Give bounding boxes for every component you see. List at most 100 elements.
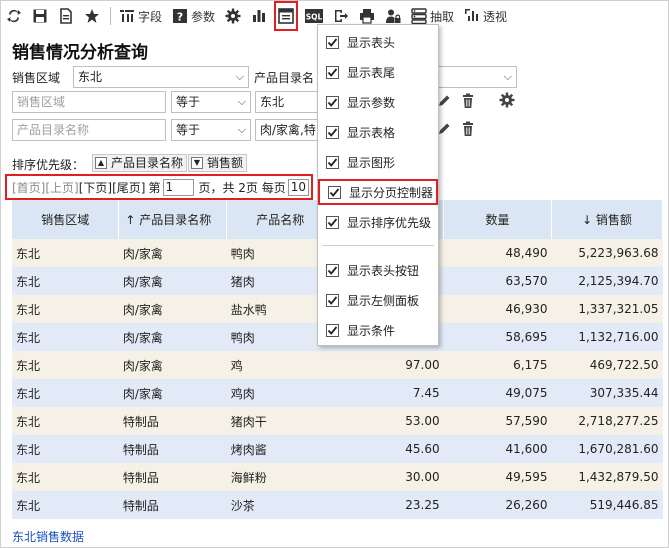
cell-sales: 5,223,963.68: [551, 239, 663, 267]
pivot-label: 透视: [483, 9, 508, 24]
cell-region: 东北: [12, 323, 119, 351]
param-label: 参数: [191, 9, 216, 24]
menu-item-show-pager[interactable]: 显示分页控制器: [318, 179, 438, 205]
menu-item-show-footer[interactable]: 显示表尾: [318, 61, 438, 83]
menu-item-show-params[interactable]: 显示参数: [318, 91, 438, 113]
cell-catalog: 特制品: [118, 491, 227, 519]
condition-field-input[interactable]: 销售区域: [12, 91, 166, 113]
pivot-button[interactable]: 透视: [464, 4, 507, 28]
cell-quantity: 26,260: [443, 491, 552, 519]
cell-catalog: 特制品: [118, 435, 227, 463]
user-lock-icon: [386, 9, 401, 23]
page-size-input[interactable]: 10: [287, 178, 309, 196]
refresh-icon: [7, 9, 21, 23]
cell-region: 东北: [12, 295, 119, 323]
page-prefix: 第: [148, 180, 161, 195]
checkbox-checked-icon: [326, 263, 339, 277]
menu-item-label: 显示图形: [347, 155, 396, 170]
column-header-quantity[interactable]: 数量: [443, 200, 552, 239]
display-options-menu: 显示表头 显示表尾 显示参数 显示表格 显示图形 显示分页控制器 显示排序优先级…: [317, 24, 439, 346]
fields-label: 字段: [138, 9, 163, 24]
trash-icon[interactable]: [460, 93, 476, 109]
menu-item-label: 显示左侧面板: [347, 293, 420, 308]
last-page-link[interactable]: [尾页]: [112, 179, 145, 196]
cell-quantity: 6,175: [443, 351, 552, 379]
page-suffix: 页，共 2页 每页: [198, 180, 286, 195]
table-row: 东北 特制品 海鲜粉 30.00 49,595 1,432,879.50: [12, 463, 663, 491]
print-icon: [360, 9, 375, 24]
cell-quantity: 46,930: [443, 295, 552, 323]
menu-item-label: 显示表尾: [347, 65, 396, 80]
table-row: 东北 特制品 猪肉干 53.00 57,590 2,718,277.25: [12, 407, 663, 435]
sort-chip-sales[interactable]: ▼ 销售额: [188, 154, 248, 172]
menu-item-show-sort-priority[interactable]: 显示排序优先级: [318, 211, 438, 233]
condition-op-select[interactable]: 等于 ⌵: [171, 91, 251, 113]
sort-desc-icon: ▼: [191, 157, 203, 169]
gear-icon: [225, 8, 241, 24]
table-row: 东北 肉/家禽 鸡肉 7.45 49,075 307,335.44: [12, 379, 663, 407]
settings-button[interactable]: [225, 4, 241, 28]
menu-item-show-header-buttons[interactable]: 显示表头按钮: [318, 259, 438, 281]
region-select[interactable]: 东北 ⌵: [73, 66, 249, 88]
chevron-down-icon: ⌵: [237, 95, 246, 108]
refresh-button[interactable]: [6, 4, 22, 28]
column-header-catalog[interactable]: ↑ 产品目录名称: [118, 200, 228, 239]
checkbox-checked-icon: [326, 65, 339, 79]
cell-quantity: 58,695: [443, 323, 552, 351]
cell-sales: 307,335.44: [551, 379, 663, 407]
column-header-sales[interactable]: ↓ 销售额: [551, 200, 663, 239]
cell-quantity: 63,570: [443, 267, 552, 295]
favorite-button[interactable]: [84, 4, 100, 28]
checkbox-checked-icon: [326, 293, 339, 307]
cell-region: 东北: [12, 491, 119, 519]
page-number-input[interactable]: 1: [162, 178, 195, 196]
checkbox-checked-icon: [326, 215, 339, 229]
gear-icon[interactable]: [499, 92, 515, 108]
export-doc-button[interactable]: [58, 4, 74, 28]
condition-value-input-2[interactable]: 肉/家禽,特: [255, 119, 317, 141]
menu-item-show-conditions[interactable]: 显示条件: [318, 319, 438, 341]
table-row: 东北 肉/家禽 鸡 97.00 6,175 469,722.50: [12, 351, 663, 379]
catalog-select[interactable]: ⌵: [436, 66, 517, 88]
cell-sales: 1,132,716.00: [551, 323, 663, 351]
cell-quantity: 41,600: [443, 435, 552, 463]
sort-chip-catalog[interactable]: ▲ 产品目录名称: [92, 154, 188, 172]
checkbox-checked-icon: [326, 323, 339, 337]
cell-sales: 519,446.85: [551, 491, 663, 519]
next-page-link[interactable]: [下页]: [79, 179, 112, 196]
region-select-value: 东北: [78, 70, 103, 84]
column-header-region[interactable]: 销售区域: [12, 200, 120, 239]
cell-catalog: 肉/家禽: [118, 351, 227, 379]
menu-item-show-table[interactable]: 显示表格: [318, 121, 438, 143]
menu-divider: [322, 245, 434, 246]
cell-sales: 469,722.50: [551, 351, 663, 379]
first-page-link[interactable]: [首页]: [12, 179, 45, 196]
sql-icon: SQL: [305, 9, 324, 23]
param-button[interactable]: ? 参数: [172, 4, 215, 28]
fields-icon: [120, 10, 134, 22]
svg-text:?: ?: [177, 11, 183, 24]
sort-asc-icon: ▲: [95, 157, 107, 169]
menu-item-show-header[interactable]: 显示表头: [318, 31, 438, 53]
cell-catalog: 肉/家禽: [118, 239, 227, 267]
condition-op-select-2[interactable]: 等于 ⌵: [171, 119, 251, 141]
fields-button[interactable]: 字段: [119, 4, 162, 28]
menu-item-show-left-panel[interactable]: 显示左侧面板: [318, 289, 438, 311]
condition-value-input[interactable]: 东北: [255, 91, 317, 113]
cell-catalog: 特制品: [118, 463, 227, 491]
layout-toggle-button[interactable]: [274, 1, 299, 31]
menu-item-show-chart[interactable]: 显示图形: [318, 151, 438, 173]
cell-quantity: 49,075: [443, 379, 552, 407]
footer-link[interactable]: 东北销售数据: [12, 528, 84, 545]
condition-field-input-2[interactable]: 产品目录名称: [12, 119, 166, 141]
menu-item-label: 显示表格: [347, 125, 396, 140]
cell-catalog: 特制品: [118, 407, 227, 435]
chart-button[interactable]: [251, 4, 267, 28]
region-label: 销售区域: [12, 71, 61, 85]
trash-icon[interactable]: [460, 121, 476, 137]
cell-region: 东北: [12, 267, 119, 295]
layout-icon: [278, 8, 294, 24]
cell-region: 东北: [12, 463, 119, 491]
save-button[interactable]: [32, 4, 48, 28]
prev-page-link[interactable]: [上页]: [45, 179, 78, 196]
